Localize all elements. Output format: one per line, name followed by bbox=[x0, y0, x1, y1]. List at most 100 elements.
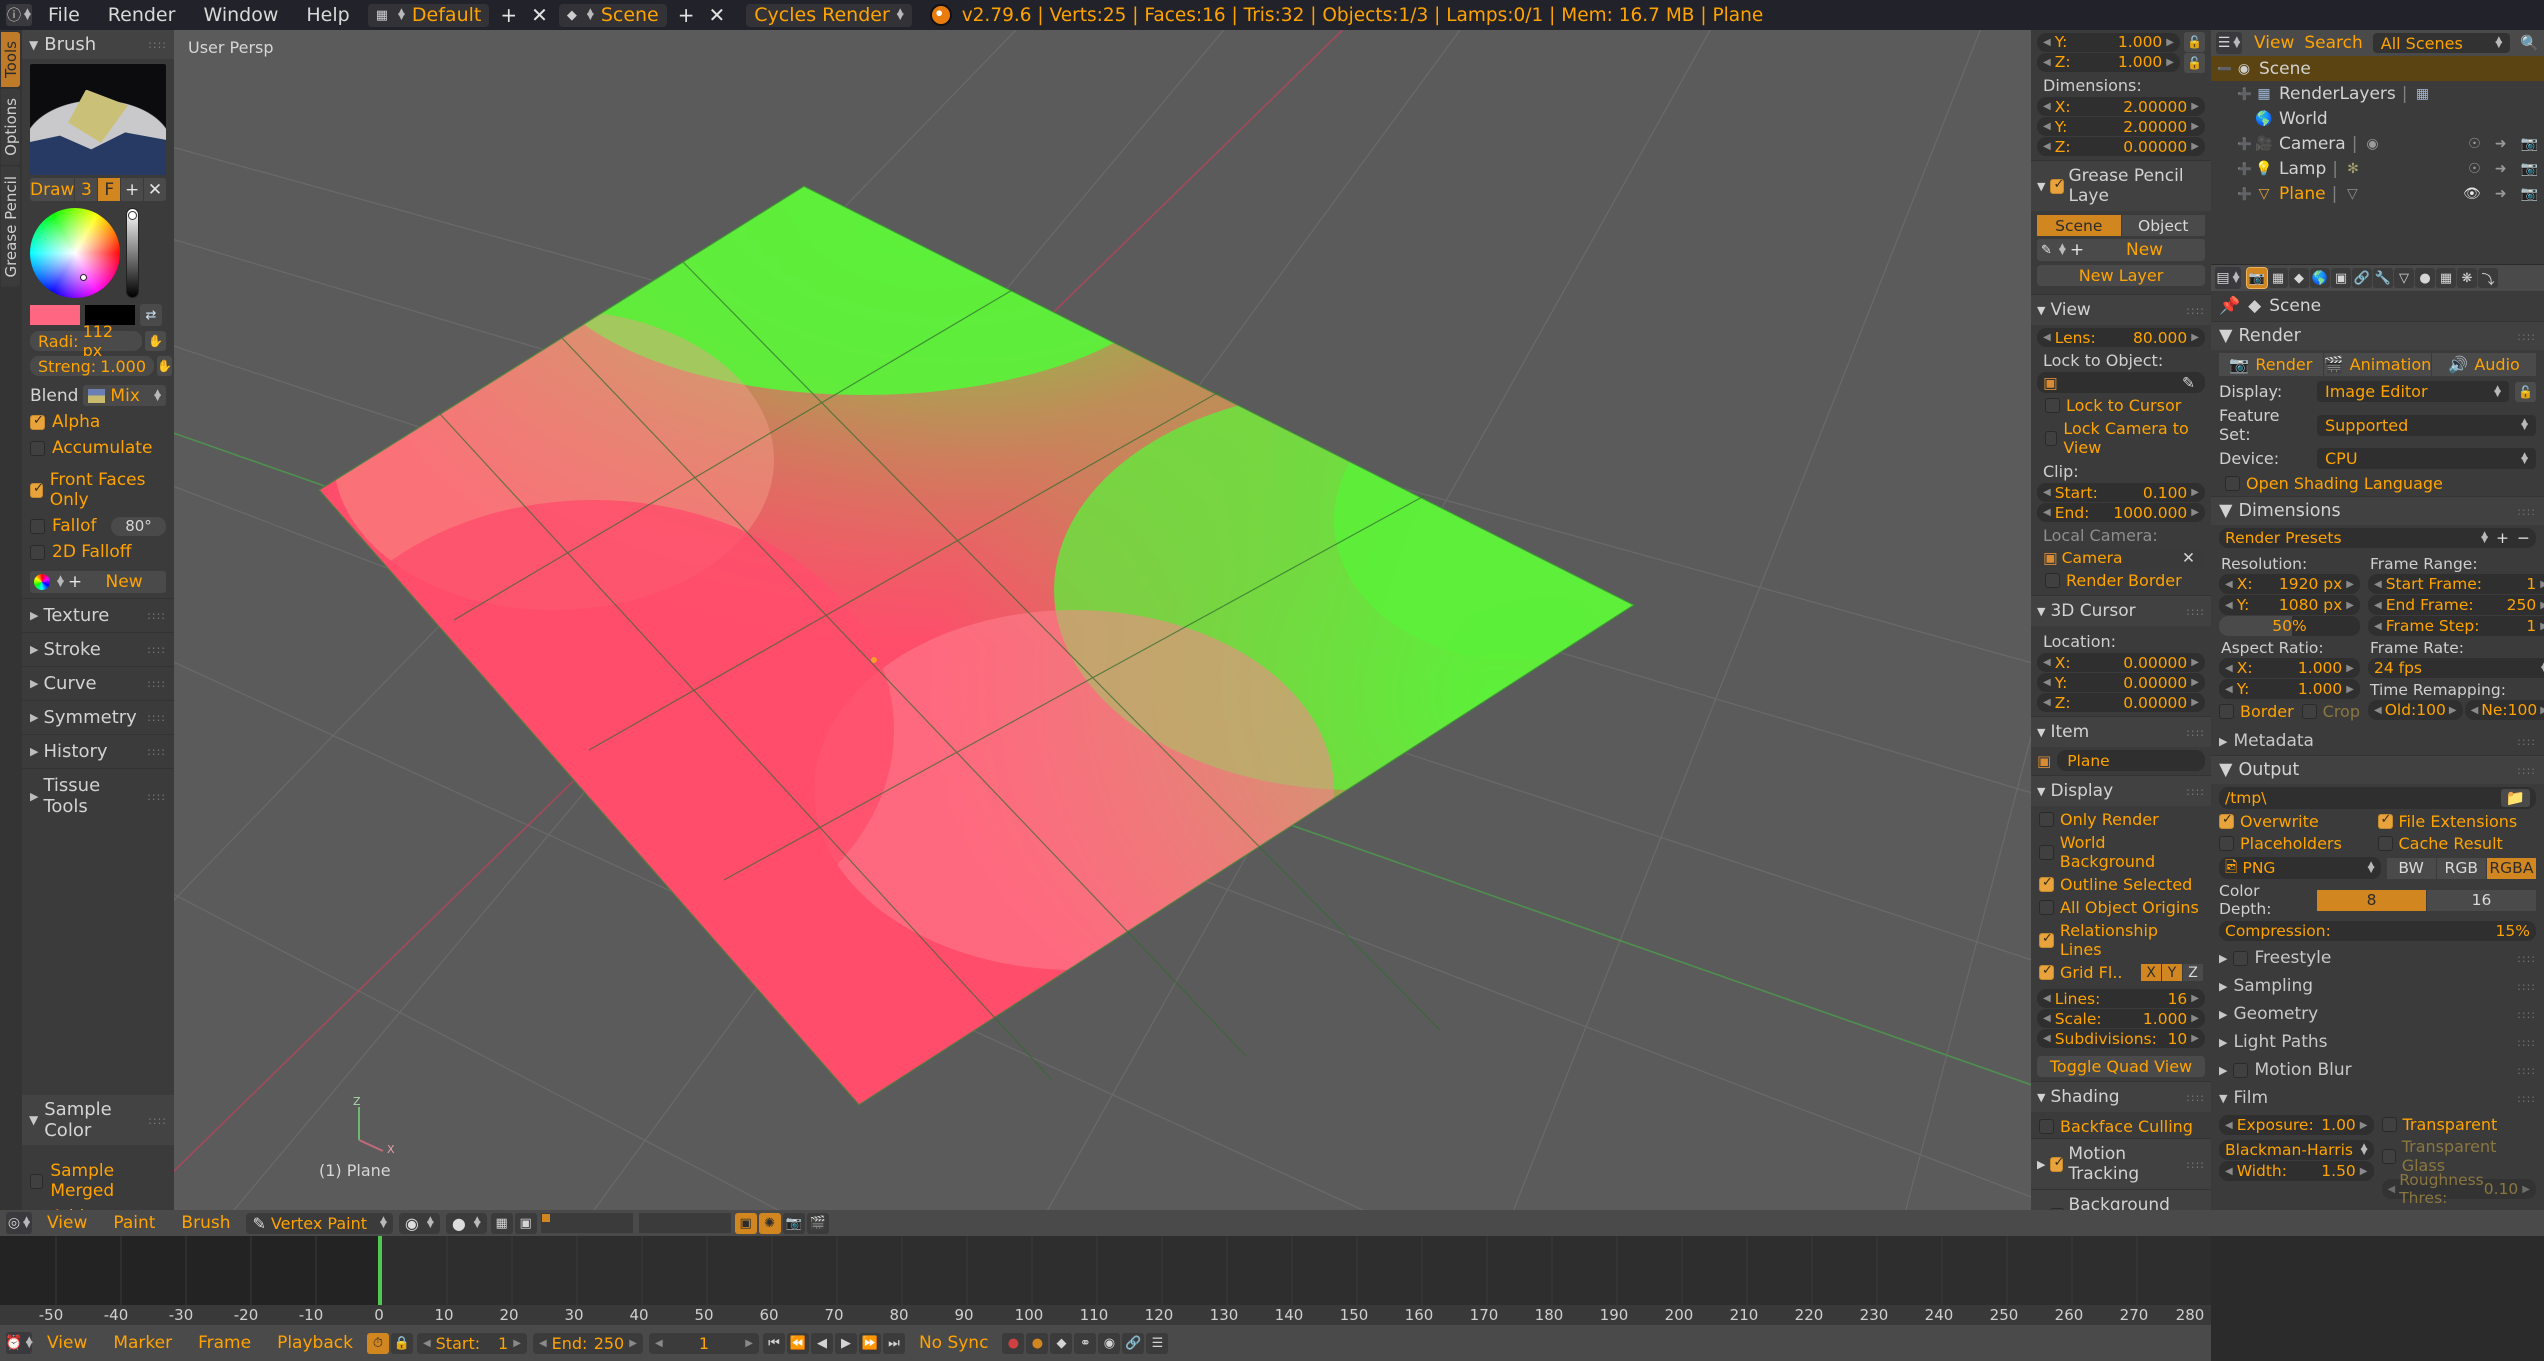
increment-arrow-icon[interactable]: ▶ bbox=[2191, 697, 2199, 708]
section-tissue-tools[interactable]: ▶ Tissue Tools:::: bbox=[22, 768, 174, 823]
exposure-field[interactable]: ◀ Exposure: 1.00 ▶ bbox=[2219, 1115, 2374, 1135]
transparent-row[interactable]: Transparent bbox=[2381, 1115, 2537, 1134]
increment-arrow-icon[interactable]: ▶ bbox=[745, 1338, 753, 1349]
increment-arrow-icon[interactable]: ▶ bbox=[2191, 332, 2199, 343]
proportional-edit-icon[interactable]: ▣ bbox=[734, 1212, 757, 1234]
scale-y-field[interactable]: ◀ Y: 1.000 ▶ bbox=[2037, 32, 2180, 52]
decrement-arrow-icon[interactable]: ◀ bbox=[2225, 1120, 2233, 1131]
current-frame-field[interactable]: ◀ 1 ▶ bbox=[648, 1332, 759, 1354]
decrement-arrow-icon[interactable]: ◀ bbox=[2043, 57, 2051, 68]
dimension-x-field[interactable]: ◀ X: 2.00000 ▶ bbox=[2037, 97, 2205, 116]
brush-add-button[interactable]: + bbox=[121, 178, 144, 201]
item-panel-header[interactable]: ▼ Item:::: bbox=[2031, 716, 2211, 747]
render-section-header[interactable]: ▼ Render:::: bbox=[2211, 321, 2544, 350]
decrement-arrow-icon[interactable]: ◀ bbox=[2225, 684, 2233, 695]
lock-camera-to-view-row[interactable]: Lock Camera to View bbox=[2037, 417, 2205, 459]
outliner-row-camera[interactable]: ➕ 🎥 Camera | ◉ ☉ ➜ 📷 bbox=[2211, 131, 2544, 156]
render-animation-button[interactable]: 🎬 Animation bbox=[2323, 353, 2432, 376]
crop-row[interactable]: Crop bbox=[2301, 702, 2360, 721]
palette-new-button[interactable]: New bbox=[86, 572, 162, 592]
jump-to-end-icon[interactable]: ⏭ bbox=[882, 1332, 905, 1354]
lock-camera-to-view-checkbox[interactable] bbox=[2045, 430, 2058, 446]
color-depth-toggle[interactable]: 8 16 bbox=[2317, 889, 2536, 911]
swap-colors-icon[interactable]: ⇄ bbox=[140, 304, 162, 326]
increment-arrow-icon[interactable]: ▶ bbox=[2449, 705, 2457, 716]
grease-pencil-panel-header[interactable]: ▼ Grease Pencil Laye bbox=[2031, 160, 2211, 211]
decrement-arrow-icon[interactable]: ◀ bbox=[2043, 657, 2051, 668]
decrement-arrow-icon[interactable]: ◀ bbox=[2043, 141, 2051, 152]
world-background-checkbox[interactable] bbox=[2039, 844, 2054, 860]
brush-name[interactable]: Draw bbox=[30, 178, 75, 201]
brush-radius-field[interactable]: Radi: 112 px bbox=[30, 322, 142, 360]
output-path-field[interactable]: /tmp\ 📁 bbox=[2219, 787, 2536, 809]
lock-scale-y-icon[interactable]: 🔓 bbox=[2184, 32, 2205, 52]
add-preset-icon[interactable]: + bbox=[2496, 529, 2509, 547]
grid-lines-field[interactable]: ◀ Lines: 16 ▶ bbox=[2037, 989, 2205, 1008]
add-keyframe-icon[interactable]: ◆ bbox=[1050, 1332, 1073, 1354]
3d-viewport[interactable]: User Persp (1) Plane Z X bbox=[174, 30, 2031, 1210]
clip-end-field[interactable]: ◀ End: 1000.000 ▶ bbox=[2037, 503, 2205, 522]
sampling-section-header[interactable]: ▶ Sampling:::: bbox=[2211, 972, 2544, 1000]
add-scene-button[interactable]: + bbox=[671, 3, 702, 27]
border-checkbox[interactable] bbox=[2219, 704, 2234, 719]
increment-arrow-icon[interactable]: ▶ bbox=[2191, 657, 2199, 668]
lamp-data-icon[interactable]: ✻ bbox=[2344, 160, 2362, 178]
timeline-playhead[interactable] bbox=[378, 1236, 382, 1305]
brush-panel-header[interactable]: ▼ Brush :::: bbox=[22, 30, 174, 59]
pivot-point-dropdown[interactable]: ● ▲ ▼ bbox=[445, 1212, 487, 1234]
search-icon[interactable]: 🔍 bbox=[2520, 34, 2539, 52]
resolution-percentage-slider[interactable]: 50% bbox=[2219, 616, 2360, 636]
all-object-origins-checkbox[interactable] bbox=[2039, 900, 2054, 915]
shading-panel-header[interactable]: ▼ Shading:::: bbox=[2031, 1081, 2211, 1112]
gp-datablock-row[interactable]: ✎ ▲ ▼ + New bbox=[2037, 239, 2205, 261]
start-frame-field[interactable]: ◀ Start: 1 ▶ bbox=[416, 1332, 527, 1354]
tab-world[interactable]: 🌎 bbox=[2310, 268, 2330, 288]
mesh-data-icon[interactable]: ▽ bbox=[2343, 185, 2361, 203]
render-preview-icon[interactable]: 📷 bbox=[782, 1212, 805, 1234]
decrement-arrow-icon[interactable]: ◀ bbox=[2471, 705, 2479, 716]
outliner-row-lamp[interactable]: ➕ 💡 Lamp | ✻ ☉ ➜ 📷 bbox=[2211, 156, 2544, 181]
remove-preset-icon[interactable]: − bbox=[2517, 529, 2530, 547]
fps-dropdown[interactable]: 24 fps▲▼ bbox=[2367, 658, 2544, 678]
decrement-arrow-icon[interactable]: ◀ bbox=[2043, 487, 2051, 498]
gp-new-button[interactable]: New bbox=[2088, 240, 2201, 260]
folder-icon[interactable]: 📁 bbox=[2500, 789, 2530, 807]
overwrite-checkbox[interactable] bbox=[2219, 812, 2234, 829]
freestyle-checkbox[interactable] bbox=[2233, 950, 2249, 966]
tab-constraints[interactable]: 🔗 bbox=[2352, 268, 2372, 288]
section-stroke[interactable]: ▶ Stroke:::: bbox=[22, 632, 174, 666]
selectable-icon[interactable]: ➜ bbox=[2495, 136, 2507, 152]
display-panel-header[interactable]: ▼ Display:::: bbox=[2031, 775, 2211, 806]
motion-blur-section-header[interactable]: ▶ Motion Blur:::: bbox=[2211, 1056, 2544, 1084]
decrement-arrow-icon[interactable]: ◀ bbox=[2043, 121, 2051, 132]
tab-options[interactable]: Options bbox=[1, 88, 20, 165]
scene-layers-bottom[interactable] bbox=[638, 1213, 731, 1233]
film-section-header[interactable]: ▼ Film:::: bbox=[2211, 1084, 2544, 1112]
increment-arrow-icon[interactable]: ▶ bbox=[2346, 684, 2354, 695]
previous-keyframe-icon[interactable]: ⏪ bbox=[786, 1332, 809, 1354]
increment-arrow-icon[interactable]: ▶ bbox=[2191, 993, 2199, 1004]
device-dropdown[interactable]: CPU ▲ ▼ bbox=[2317, 448, 2536, 469]
time-remap-new-field[interactable]: ◀Ne:100▶ bbox=[2464, 700, 2544, 720]
decrement-arrow-icon[interactable]: ◀ bbox=[2374, 705, 2382, 716]
freestyle-section-header[interactable]: ▶ Freestyle:::: bbox=[2211, 944, 2544, 972]
increment-arrow-icon[interactable]: ▶ bbox=[2522, 1184, 2530, 1195]
eyedropper-icon[interactable]: ✎ bbox=[2182, 374, 2195, 392]
viewport-menu-paint[interactable]: Paint bbox=[100, 1213, 168, 1233]
hide-icon[interactable]: ☉ bbox=[2468, 161, 2481, 177]
crop-checkbox[interactable] bbox=[2301, 704, 2317, 719]
grease-pencil-checkbox[interactable] bbox=[2050, 177, 2064, 194]
accumulate-checkbox-row[interactable]: Accumulate bbox=[30, 438, 166, 458]
tab-object[interactable]: ▣ bbox=[2331, 268, 2351, 288]
decrement-arrow-icon[interactable]: ◀ bbox=[2043, 101, 2051, 112]
only-render-row[interactable]: Only Render bbox=[2031, 808, 2211, 831]
decrement-arrow-icon[interactable]: ◀ bbox=[2374, 600, 2382, 611]
cache-result-checkbox[interactable] bbox=[2377, 836, 2393, 851]
jump-to-start-icon[interactable]: ⏮ bbox=[762, 1332, 785, 1354]
ghost-icon[interactable]: ⚭ bbox=[1074, 1332, 1097, 1354]
front-faces-only-row[interactable]: Front Faces Only bbox=[30, 470, 166, 510]
transparent-glass-checkbox[interactable] bbox=[2381, 1148, 2396, 1164]
file-format-dropdown[interactable]: 🖻 PNG ▲ ▼ bbox=[2219, 857, 2381, 879]
increment-arrow-icon[interactable]: ▶ bbox=[2191, 487, 2199, 498]
delete-scene-button[interactable]: ✕ bbox=[702, 3, 733, 27]
